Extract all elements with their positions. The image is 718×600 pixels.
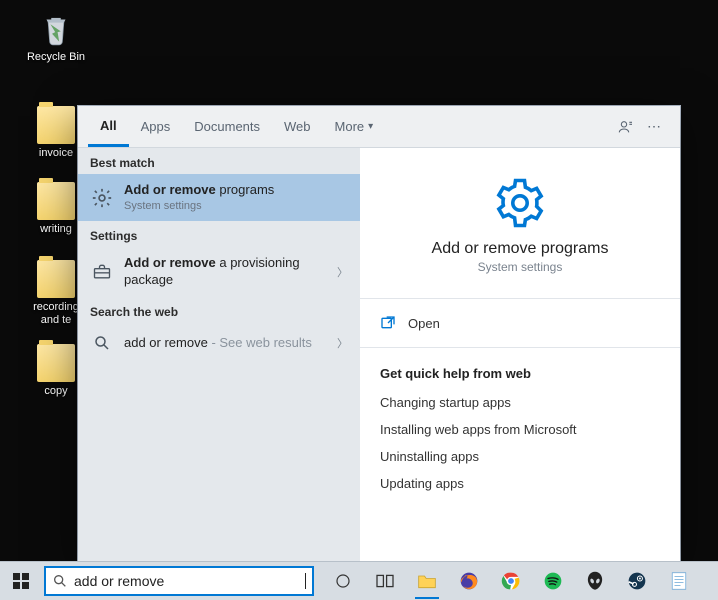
tab-all[interactable]: All: [88, 106, 129, 147]
steam-icon: [627, 571, 647, 591]
file-explorer-icon: [417, 572, 437, 590]
desktop-icon-folder-copy[interactable]: copy: [26, 344, 86, 398]
divider: [360, 347, 680, 348]
result-add-remove-programs[interactable]: Add or remove programs System settings: [78, 174, 360, 221]
cortana-circle-icon: [334, 572, 352, 590]
tab-web[interactable]: Web: [272, 106, 323, 147]
desktop-icon-recycle-bin[interactable]: Recycle Bin: [26, 10, 86, 64]
taskbar-pinned-apps: [322, 562, 700, 600]
open-icon: [380, 315, 396, 331]
taskbar: [0, 562, 718, 600]
search-panel-header: All Apps Documents Web More ▾ ⋯: [78, 106, 680, 148]
result-web-search[interactable]: add or remove - See web results 〉: [78, 323, 360, 363]
folder-icon: [37, 106, 75, 144]
section-settings: Settings: [78, 221, 360, 247]
recycle-bin-icon: [37, 10, 75, 48]
divider: [360, 298, 680, 299]
taskbar-search[interactable]: [44, 566, 314, 596]
quick-help-web-apps[interactable]: Installing web apps from Microsoft: [378, 416, 662, 443]
folder-icon: [37, 182, 75, 220]
taskbar-firefox[interactable]: [448, 562, 490, 600]
result-provisioning-package[interactable]: Add or remove a provisioning package 〉: [78, 247, 360, 297]
chrome-icon: [501, 571, 521, 591]
firefox-icon: [459, 571, 479, 591]
result-hero: Add or remove programs System settings: [378, 166, 662, 292]
folder-icon: [37, 344, 75, 382]
section-best-match: Best match: [78, 148, 360, 174]
taskbar-alienware[interactable]: [574, 562, 616, 600]
search-results-pane: Best match Add or remove programs System…: [78, 148, 360, 562]
section-search-web: Search the web: [78, 297, 360, 323]
search-icon: [90, 331, 114, 355]
tab-documents[interactable]: Documents: [182, 106, 272, 147]
result-title: Add or remove programs: [378, 240, 662, 258]
desktop-icon-label: invoice: [26, 147, 86, 160]
taskbar-cortana[interactable]: [322, 562, 364, 600]
quick-help-uninstalling[interactable]: Uninstalling apps: [378, 443, 662, 470]
task-view-icon: [375, 573, 395, 589]
desktop-icon-folder-writing[interactable]: writing: [26, 182, 86, 236]
taskbar-chrome[interactable]: [490, 562, 532, 600]
desktop-icon-folder-invoice[interactable]: invoice: [26, 106, 86, 160]
desktop-icon-label: writing: [26, 223, 86, 236]
alien-icon: [586, 571, 604, 591]
taskbar-notepad[interactable]: [658, 562, 700, 600]
chevron-down-icon: ▾: [368, 121, 373, 132]
taskbar-steam[interactable]: [616, 562, 658, 600]
gear-icon: [378, 176, 662, 230]
search-icon: [52, 573, 68, 589]
quick-help-heading: Get quick help from web: [378, 354, 662, 389]
start-search-panel: All Apps Documents Web More ▾ ⋯ Best mat…: [78, 106, 680, 562]
search-details-pane: Add or remove programs System settings O…: [360, 148, 680, 562]
tab-apps[interactable]: Apps: [129, 106, 183, 147]
taskbar-spotify[interactable]: [532, 562, 574, 600]
quick-help-updating[interactable]: Updating apps: [378, 470, 662, 497]
start-button[interactable]: [0, 562, 42, 600]
taskbar-search-input[interactable]: [74, 573, 307, 589]
taskbar-task-view[interactable]: [364, 562, 406, 600]
tab-more[interactable]: More ▾: [323, 106, 386, 147]
windows-logo-icon: [13, 573, 29, 589]
feedback-icon[interactable]: [612, 113, 640, 141]
chevron-right-icon: 〉: [337, 335, 348, 351]
open-action[interactable]: Open: [378, 305, 662, 341]
folder-icon: [37, 260, 75, 298]
more-options-icon[interactable]: ⋯: [640, 113, 668, 141]
desktop-icon-label: copy: [26, 385, 86, 398]
chevron-right-icon: 〉: [337, 264, 348, 280]
result-subtitle: System settings: [378, 260, 662, 274]
spotify-icon: [543, 571, 563, 591]
gear-icon: [90, 186, 114, 210]
desktop-icon-label: recording and te: [26, 301, 86, 327]
text-caret: [305, 573, 306, 589]
briefcase-icon: [90, 260, 114, 284]
desktop-icon-folder-recording[interactable]: recording and te: [26, 260, 86, 327]
quick-help-startup-apps[interactable]: Changing startup apps: [378, 389, 662, 416]
taskbar-file-explorer[interactable]: [406, 562, 448, 600]
desktop-icon-label: Recycle Bin: [26, 51, 86, 64]
notepad-icon: [670, 571, 688, 591]
